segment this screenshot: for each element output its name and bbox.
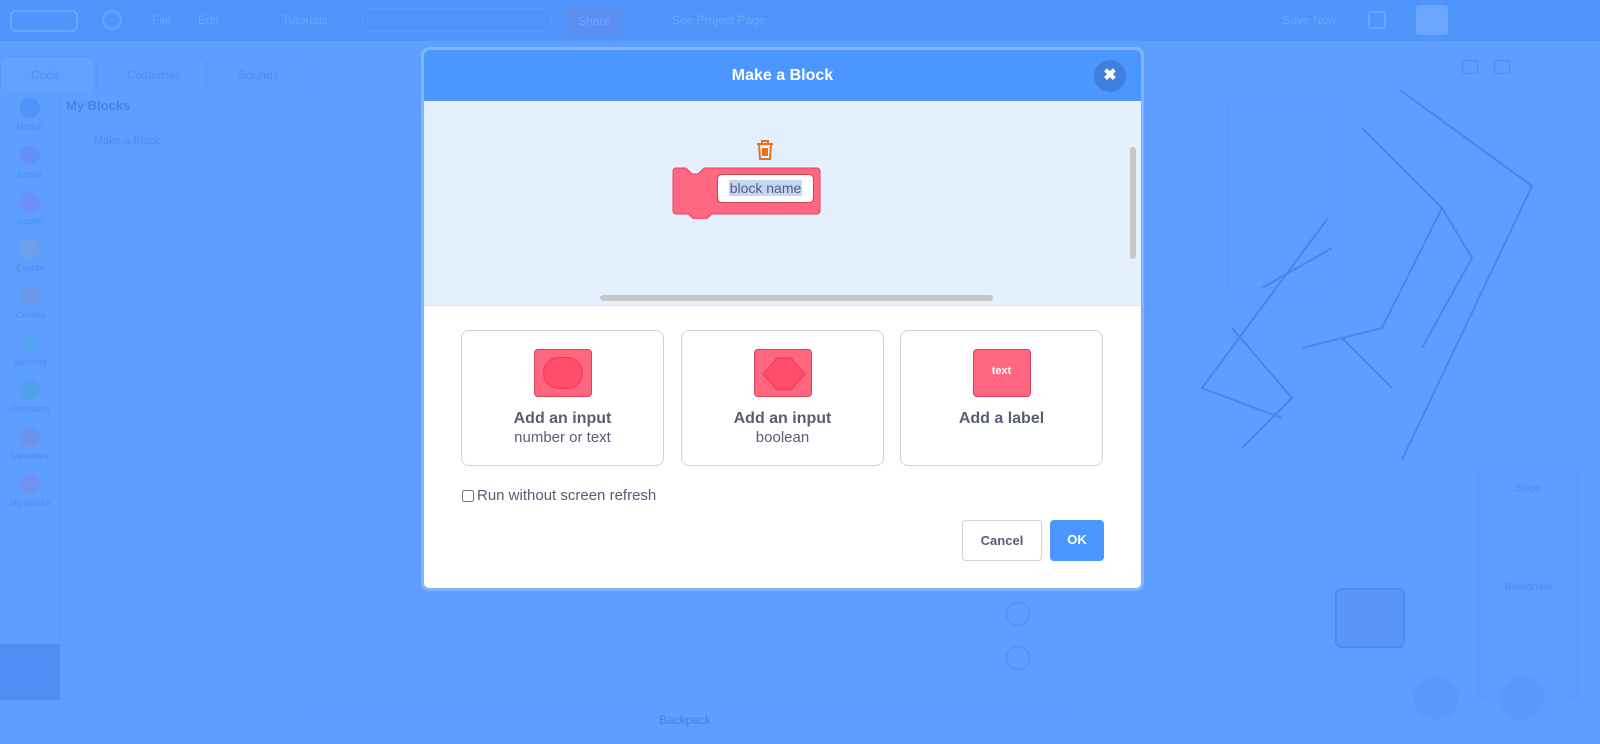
project-title-input[interactable] xyxy=(362,8,552,32)
category-menu: Motion Looks Sound Events Control Sensin… xyxy=(0,92,60,644)
fullscreen-icon[interactable] xyxy=(1533,60,1549,74)
stage-selector[interactable]: Stage Backdrops xyxy=(1478,468,1578,698)
cancel-button[interactable]: Cancel xyxy=(962,520,1042,561)
make-a-block-button[interactable]: Make a Block xyxy=(94,135,160,147)
menu-file[interactable]: File xyxy=(152,13,171,27)
globe-icon[interactable] xyxy=(102,10,122,30)
category-label: Events xyxy=(16,263,44,273)
option-title: Add an input xyxy=(513,410,612,427)
add-input-number-text-button[interactable]: Add an input number or text xyxy=(461,330,664,466)
add-extension-button[interactable] xyxy=(0,644,60,700)
dialog-header: Make a Block ✖ xyxy=(424,50,1141,101)
tab-costumes[interactable]: Costumes xyxy=(96,56,206,92)
category-label: Looks xyxy=(17,169,43,179)
option-title: Add a label xyxy=(958,410,1045,427)
see-project-page-button[interactable]: See Project Page xyxy=(672,13,765,27)
dialog-title: Make a Block xyxy=(731,67,834,84)
palette-heading: My Blocks xyxy=(66,98,131,113)
category-label: My Blocks xyxy=(9,498,51,508)
close-icon: ✖ xyxy=(1103,67,1117,84)
category-my-blocks[interactable]: My Blocks xyxy=(0,474,60,508)
category-motion[interactable]: Motion xyxy=(0,98,60,132)
tab-sounds[interactable]: Sounds xyxy=(207,56,307,92)
category-label: Motion xyxy=(16,122,44,132)
block-name-text: block name xyxy=(728,180,803,196)
category-label: Variables xyxy=(11,451,49,461)
category-label: Control xyxy=(15,310,45,320)
menu-bar: File Edit Tutorials Share See Project Pa… xyxy=(0,0,1600,41)
boolean-input-icon xyxy=(753,349,812,397)
menu-tutorials[interactable]: Tutorials xyxy=(282,13,328,27)
label-text-icon: text xyxy=(972,349,1031,397)
small-stage-icon[interactable] xyxy=(1462,60,1478,74)
add-label-button[interactable]: text Add a label xyxy=(900,330,1103,466)
option-subtitle: boolean xyxy=(755,429,810,446)
option-subtitle: number or text xyxy=(514,429,611,446)
large-stage-icon[interactable] xyxy=(1494,60,1510,74)
scratch-logo[interactable] xyxy=(10,10,78,32)
label-icon-text: text xyxy=(991,365,1012,377)
avatar[interactable] xyxy=(1416,5,1448,35)
category-control[interactable]: Control xyxy=(0,286,60,320)
category-variables[interactable]: Variables xyxy=(0,427,60,461)
category-label: Operators xyxy=(9,404,51,414)
sprite-thumbnail[interactable] xyxy=(1335,588,1405,648)
stage-maze xyxy=(1200,89,1534,460)
zoom-reset-icon[interactable] xyxy=(1006,646,1030,670)
horizontal-scrollbar[interactable] xyxy=(600,295,993,301)
tab-code[interactable]: Code xyxy=(0,56,95,92)
round-input-icon xyxy=(533,349,592,397)
editor-tabs: Code Costumes Sounds xyxy=(0,52,310,92)
save-now-button[interactable]: Save Now xyxy=(1282,13,1337,27)
my-stuff-icon[interactable] xyxy=(1368,11,1386,29)
block-name-input[interactable]: block name xyxy=(717,174,814,203)
trash-icon[interactable] xyxy=(755,139,775,161)
backdrops-label: Backdrops xyxy=(1504,582,1552,593)
category-looks[interactable]: Looks xyxy=(0,145,60,179)
category-events[interactable]: Events xyxy=(0,239,60,273)
choose-backdrop-button[interactable] xyxy=(1500,676,1544,720)
share-button[interactable]: Share xyxy=(566,6,622,36)
stage-label: Stage xyxy=(1514,483,1542,494)
category-sensing[interactable]: Sensing xyxy=(0,333,60,367)
category-operators[interactable]: Operators xyxy=(0,380,60,414)
vertical-scrollbar[interactable] xyxy=(1130,147,1136,259)
zoom-in-icon[interactable] xyxy=(1006,602,1030,626)
block-preview-workspace: block name xyxy=(424,101,1141,306)
close-button[interactable]: ✖ xyxy=(1094,60,1126,92)
checkbox-label: Run without screen refresh xyxy=(477,487,657,504)
menu-edit[interactable]: Edit xyxy=(198,13,219,27)
run-without-refresh-checkbox[interactable]: Run without screen refresh xyxy=(462,487,656,504)
ok-button[interactable]: OK xyxy=(1050,520,1104,561)
make-a-block-dialog: Make a Block ✖ block name Add an input n… xyxy=(421,47,1144,591)
category-sound[interactable]: Sound xyxy=(0,192,60,226)
checkbox[interactable] xyxy=(462,489,474,502)
choose-sprite-button[interactable] xyxy=(1414,676,1458,720)
backpack[interactable]: Backpack xyxy=(310,706,1060,744)
category-label: Sensing xyxy=(13,357,47,367)
category-label: Sound xyxy=(16,216,44,226)
option-title: Add an input xyxy=(733,410,832,427)
add-input-boolean-button[interactable]: Add an input boolean xyxy=(681,330,884,466)
